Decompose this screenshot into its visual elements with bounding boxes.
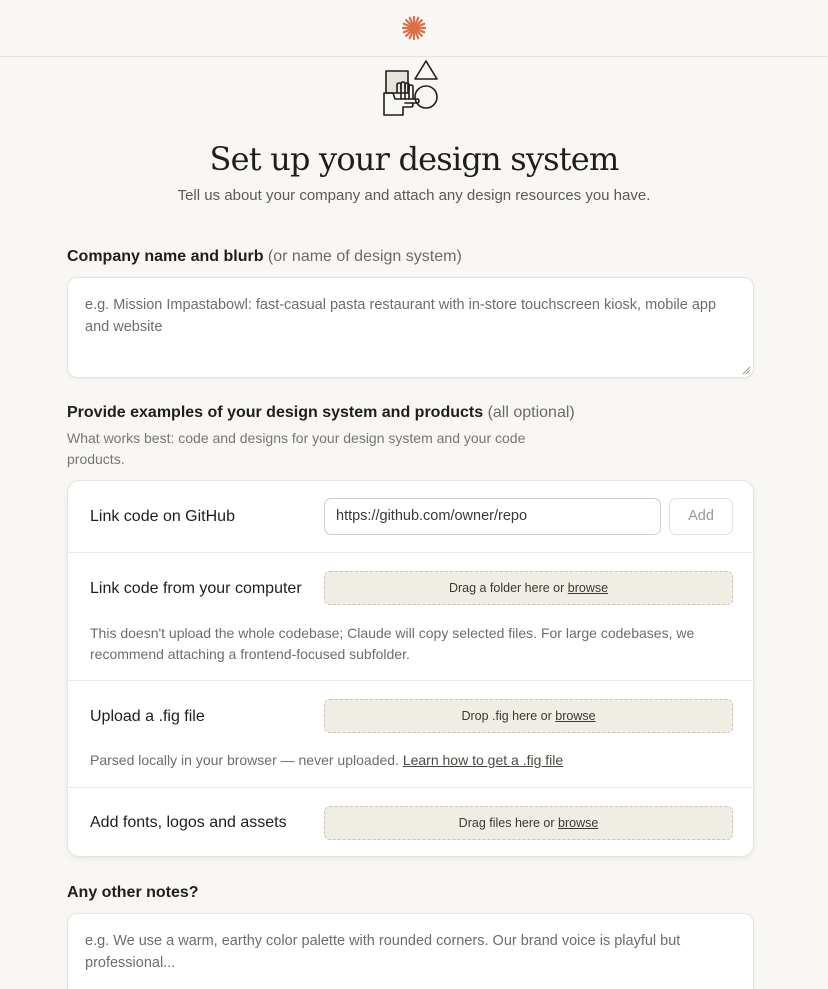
- folder-browse-link[interactable]: browse: [568, 581, 608, 595]
- examples-label-hint: (all optional): [487, 404, 575, 421]
- resize-handle-icon[interactable]: [741, 365, 751, 375]
- company-label: Company name and blurb (or name of desig…: [67, 248, 462, 266]
- divider: [68, 680, 753, 681]
- page-title: Set up your design system: [209, 140, 620, 178]
- github-label: Link code on GitHub: [90, 508, 235, 525]
- asterisk-logo-icon[interactable]: [401, 15, 427, 41]
- assets-dropzone[interactable]: Drag files here or browse: [324, 806, 733, 840]
- divider: [68, 787, 753, 788]
- examples-label-text: Provide examples of your design system a…: [67, 404, 484, 421]
- github-add-button[interactable]: Add: [669, 498, 733, 535]
- company-label-hint: (or name of design system): [267, 248, 462, 265]
- assets-drop-text: Drag files here or: [458, 816, 555, 830]
- computer-label: Link code from your computer: [90, 580, 302, 597]
- folder-drop-text: Drag a folder here or: [448, 581, 565, 595]
- divider: [68, 552, 753, 553]
- fig-dropzone[interactable]: Drop .fig here or browse: [324, 699, 733, 733]
- fig-learn-link[interactable]: Learn how to get a .fig file: [403, 752, 563, 768]
- page-subtitle: Tell us about your company and attach an…: [177, 187, 651, 204]
- examples-label: Provide examples of your design system a…: [67, 404, 575, 422]
- shapes-hand-illustration-icon: [383, 60, 438, 116]
- examples-help: What works best: code and designs for yo…: [67, 430, 526, 467]
- sources-card: Link code on GitHub https://github.com/o…: [67, 480, 754, 857]
- folder-dropzone[interactable]: Drag a folder here or browse: [324, 571, 733, 605]
- github-url-input[interactable]: https://github.com/owner/repo: [324, 498, 661, 535]
- fig-note-text: Parsed locally in your browser — never u…: [90, 752, 399, 768]
- notes-textarea[interactable]: e.g. We use a warm, earthy color palette…: [67, 913, 754, 989]
- computer-note: This doesn't upload the whole codebase; …: [90, 625, 695, 662]
- fig-note: Parsed locally in your browser — never u…: [90, 750, 720, 771]
- assets-browse-link[interactable]: browse: [558, 816, 598, 830]
- top-bar: [0, 0, 828, 57]
- fig-browse-link[interactable]: browse: [555, 709, 595, 723]
- company-label-text: Company name and blurb: [67, 248, 264, 265]
- assets-label: Add fonts, logos and assets: [90, 814, 287, 831]
- notes-placeholder: e.g. We use a warm, earthy color palette…: [85, 933, 681, 971]
- company-textarea[interactable]: e.g. Mission Impastabowl: fast-casual pa…: [67, 277, 754, 378]
- notes-label: Any other notes?: [67, 884, 199, 901]
- fig-drop-text: Drop .fig here or: [461, 709, 552, 723]
- company-placeholder: e.g. Mission Impastabowl: fast-casual pa…: [85, 297, 717, 335]
- fig-label: Upload a .fig file: [90, 708, 205, 725]
